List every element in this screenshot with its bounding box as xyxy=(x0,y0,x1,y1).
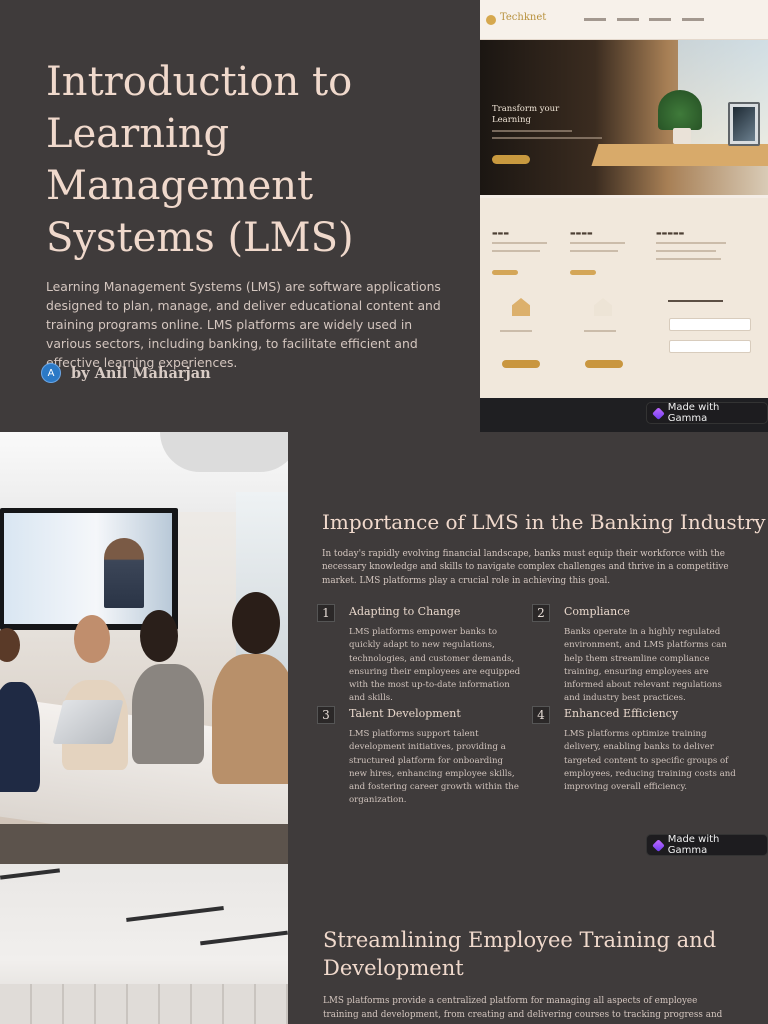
photo-laptop xyxy=(52,700,124,744)
mockup-card-title: ▬▬▬▬▬ xyxy=(656,230,685,237)
mockup-text-line xyxy=(500,330,532,332)
photo-ceiling-light xyxy=(200,930,288,946)
mockup-pill xyxy=(570,270,596,275)
mockup-pot xyxy=(673,128,691,144)
photo-person-head xyxy=(140,610,178,662)
mockup-text-line xyxy=(492,242,547,244)
mockup-hero-button xyxy=(492,155,530,164)
slide-streamlining: Streamlining Employee Training and Devel… xyxy=(0,864,768,1024)
slide-title: Streamlining Employee Training and Devel… xyxy=(323,928,717,980)
mockup-text-line xyxy=(584,330,616,332)
mockup-home-icon xyxy=(512,298,530,316)
mockup-nav-link xyxy=(617,18,639,21)
gamma-icon xyxy=(652,406,665,420)
mockup-navbar: Techknet xyxy=(480,0,768,40)
slide-title: Introduction to Learning Management Syst… xyxy=(46,59,354,261)
made-with-gamma-badge[interactable]: Made with Gamma xyxy=(646,834,768,856)
mockup-text-line xyxy=(570,242,625,244)
item-number: 3 xyxy=(317,706,335,724)
meeting-photo xyxy=(0,432,288,864)
mockup-plant xyxy=(658,90,702,130)
author-byline: A by Anil Maharjan xyxy=(41,363,211,383)
item-body: LMS platforms optimize training delivery… xyxy=(564,729,736,793)
mockup-hero-text: Transform your Learning xyxy=(492,104,560,125)
mockup-nav-link xyxy=(649,18,671,21)
mockup-input xyxy=(669,340,751,353)
mockup-desk xyxy=(591,144,768,166)
item-title: Adapting to Change xyxy=(349,605,461,618)
photo-wall-panels xyxy=(0,984,288,1024)
mockup-hero-line xyxy=(492,137,602,139)
item-body: LMS platforms empower banks to quickly a… xyxy=(349,627,521,704)
mockup-text-line xyxy=(492,250,540,252)
item-number: 1 xyxy=(317,604,335,622)
mockup-hero: Transform your Learning xyxy=(480,40,768,195)
photo-person xyxy=(132,664,204,764)
mockup-card-title: ▬▬▬ xyxy=(492,230,510,237)
photo-person xyxy=(0,682,40,792)
mockup-home-icon xyxy=(594,298,612,316)
mockup-feature-cards: ▬▬▬ ▬▬▬▬ ▬▬▬▬▬ xyxy=(480,198,768,398)
avatar: A xyxy=(41,363,61,383)
slide-importance: Importance of LMS in the Banking Industr… xyxy=(0,432,768,864)
mockup-nav-link xyxy=(584,18,606,21)
mockup-logo-text: Techknet xyxy=(500,12,547,23)
lms-website-mockup-image: Techknet Transform your Learning ▬▬▬ ▬▬▬… xyxy=(480,0,768,432)
mockup-button xyxy=(502,360,540,368)
slide-description: Learning Management Systems (LMS) are so… xyxy=(46,279,441,370)
mockup-text-line xyxy=(570,250,618,252)
mockup-text-line xyxy=(656,242,726,244)
slide-title: Importance of LMS in the Banking Industr… xyxy=(322,510,766,534)
photo-person-head xyxy=(0,628,20,662)
photo-ceiling-light xyxy=(0,868,61,880)
mockup-pill xyxy=(492,270,518,275)
photo-person-head xyxy=(74,615,110,663)
mockup-card-title: ▬▬▬▬ xyxy=(570,230,593,237)
mockup-form-title xyxy=(668,300,723,302)
badge-label: Made with Gamma xyxy=(667,834,720,856)
badge-label: Made with Gamma xyxy=(667,402,720,424)
made-with-gamma-badge[interactable]: Made with Gamma xyxy=(646,402,768,424)
photo-tv-screen xyxy=(4,513,172,624)
photo-ceiling-light xyxy=(126,906,224,922)
photo-lamp xyxy=(160,432,288,472)
mockup-text-line xyxy=(656,250,716,252)
slide-intro: In today's rapidly evolving financial la… xyxy=(322,549,729,586)
slide-body: LMS platforms provide a centralized plat… xyxy=(323,996,723,1020)
mockup-logo-icon xyxy=(486,15,496,25)
mockup-hero-line xyxy=(492,130,572,132)
item-title: Enhanced Efficiency xyxy=(564,707,679,720)
photo-tv-presenter xyxy=(104,538,144,608)
item-body: Banks operate in a highly regulated envi… xyxy=(564,627,727,704)
mockup-laptop-screen xyxy=(733,107,755,141)
item-number: 4 xyxy=(532,706,550,724)
item-number: 2 xyxy=(532,604,550,622)
slide-introduction: Introduction to Learning Management Syst… xyxy=(0,0,768,432)
mockup-nav-link xyxy=(682,18,704,21)
author-name: by Anil Maharjan xyxy=(71,364,211,382)
mockup-laptop xyxy=(728,102,760,146)
item-title: Talent Development xyxy=(349,707,461,720)
mockup-button xyxy=(585,360,623,368)
photo-person-head xyxy=(232,592,280,654)
office-photo xyxy=(0,864,288,1024)
photo-table-edge xyxy=(0,824,288,864)
item-body: LMS platforms support talent development… xyxy=(349,729,519,806)
gamma-icon xyxy=(652,838,665,852)
mockup-text-line xyxy=(656,258,721,260)
photo-person xyxy=(212,654,288,784)
item-title: Compliance xyxy=(564,605,630,618)
mockup-input xyxy=(669,318,751,331)
